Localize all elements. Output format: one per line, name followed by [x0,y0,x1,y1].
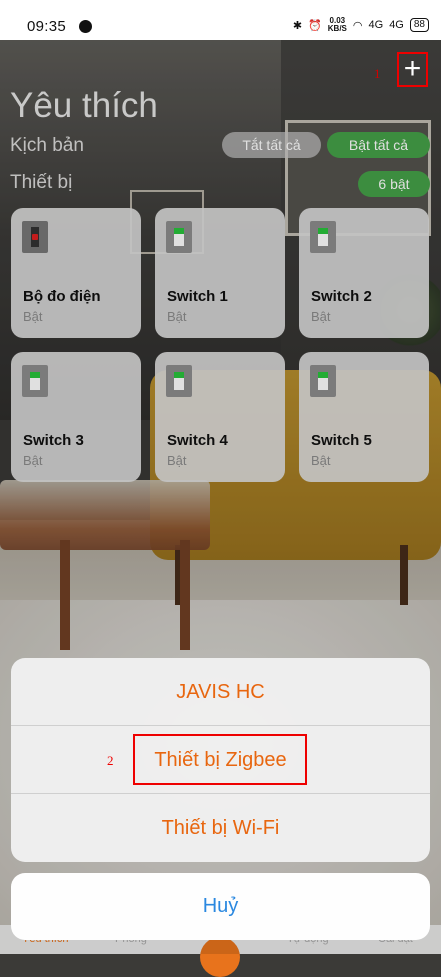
add-device-button[interactable]: + [397,52,428,87]
option-javis-hc[interactable]: JAVIS HC [11,658,430,726]
add-device-action-sheet: JAVIS HC Thiết bị Zigbee Thiết bị Wi-Fi [11,658,430,862]
net-speed: 0.03 KB/S [327,16,347,33]
signal-2: 4G [389,19,404,31]
status-bar: 09:35 ✱ ⏰ 0.03 KB/S ◠ 4G 4G 88 [0,0,441,40]
alarm-icon: ⏰ [308,19,322,32]
messenger-icon [79,20,92,33]
wifi-icon: ◠ [352,19,363,32]
clock: 09:35 [27,18,67,35]
cancel-button[interactable]: Huỷ [11,873,430,940]
option-wifi-device[interactable]: Thiết bị Wi-Fi [11,794,430,862]
bluetooth-icon: ✱ [292,19,303,32]
signal-1: 4G [368,19,384,31]
annotation-2: 2 [107,753,114,768]
highlight-box [133,734,307,785]
battery-icon: 88 [409,18,429,32]
